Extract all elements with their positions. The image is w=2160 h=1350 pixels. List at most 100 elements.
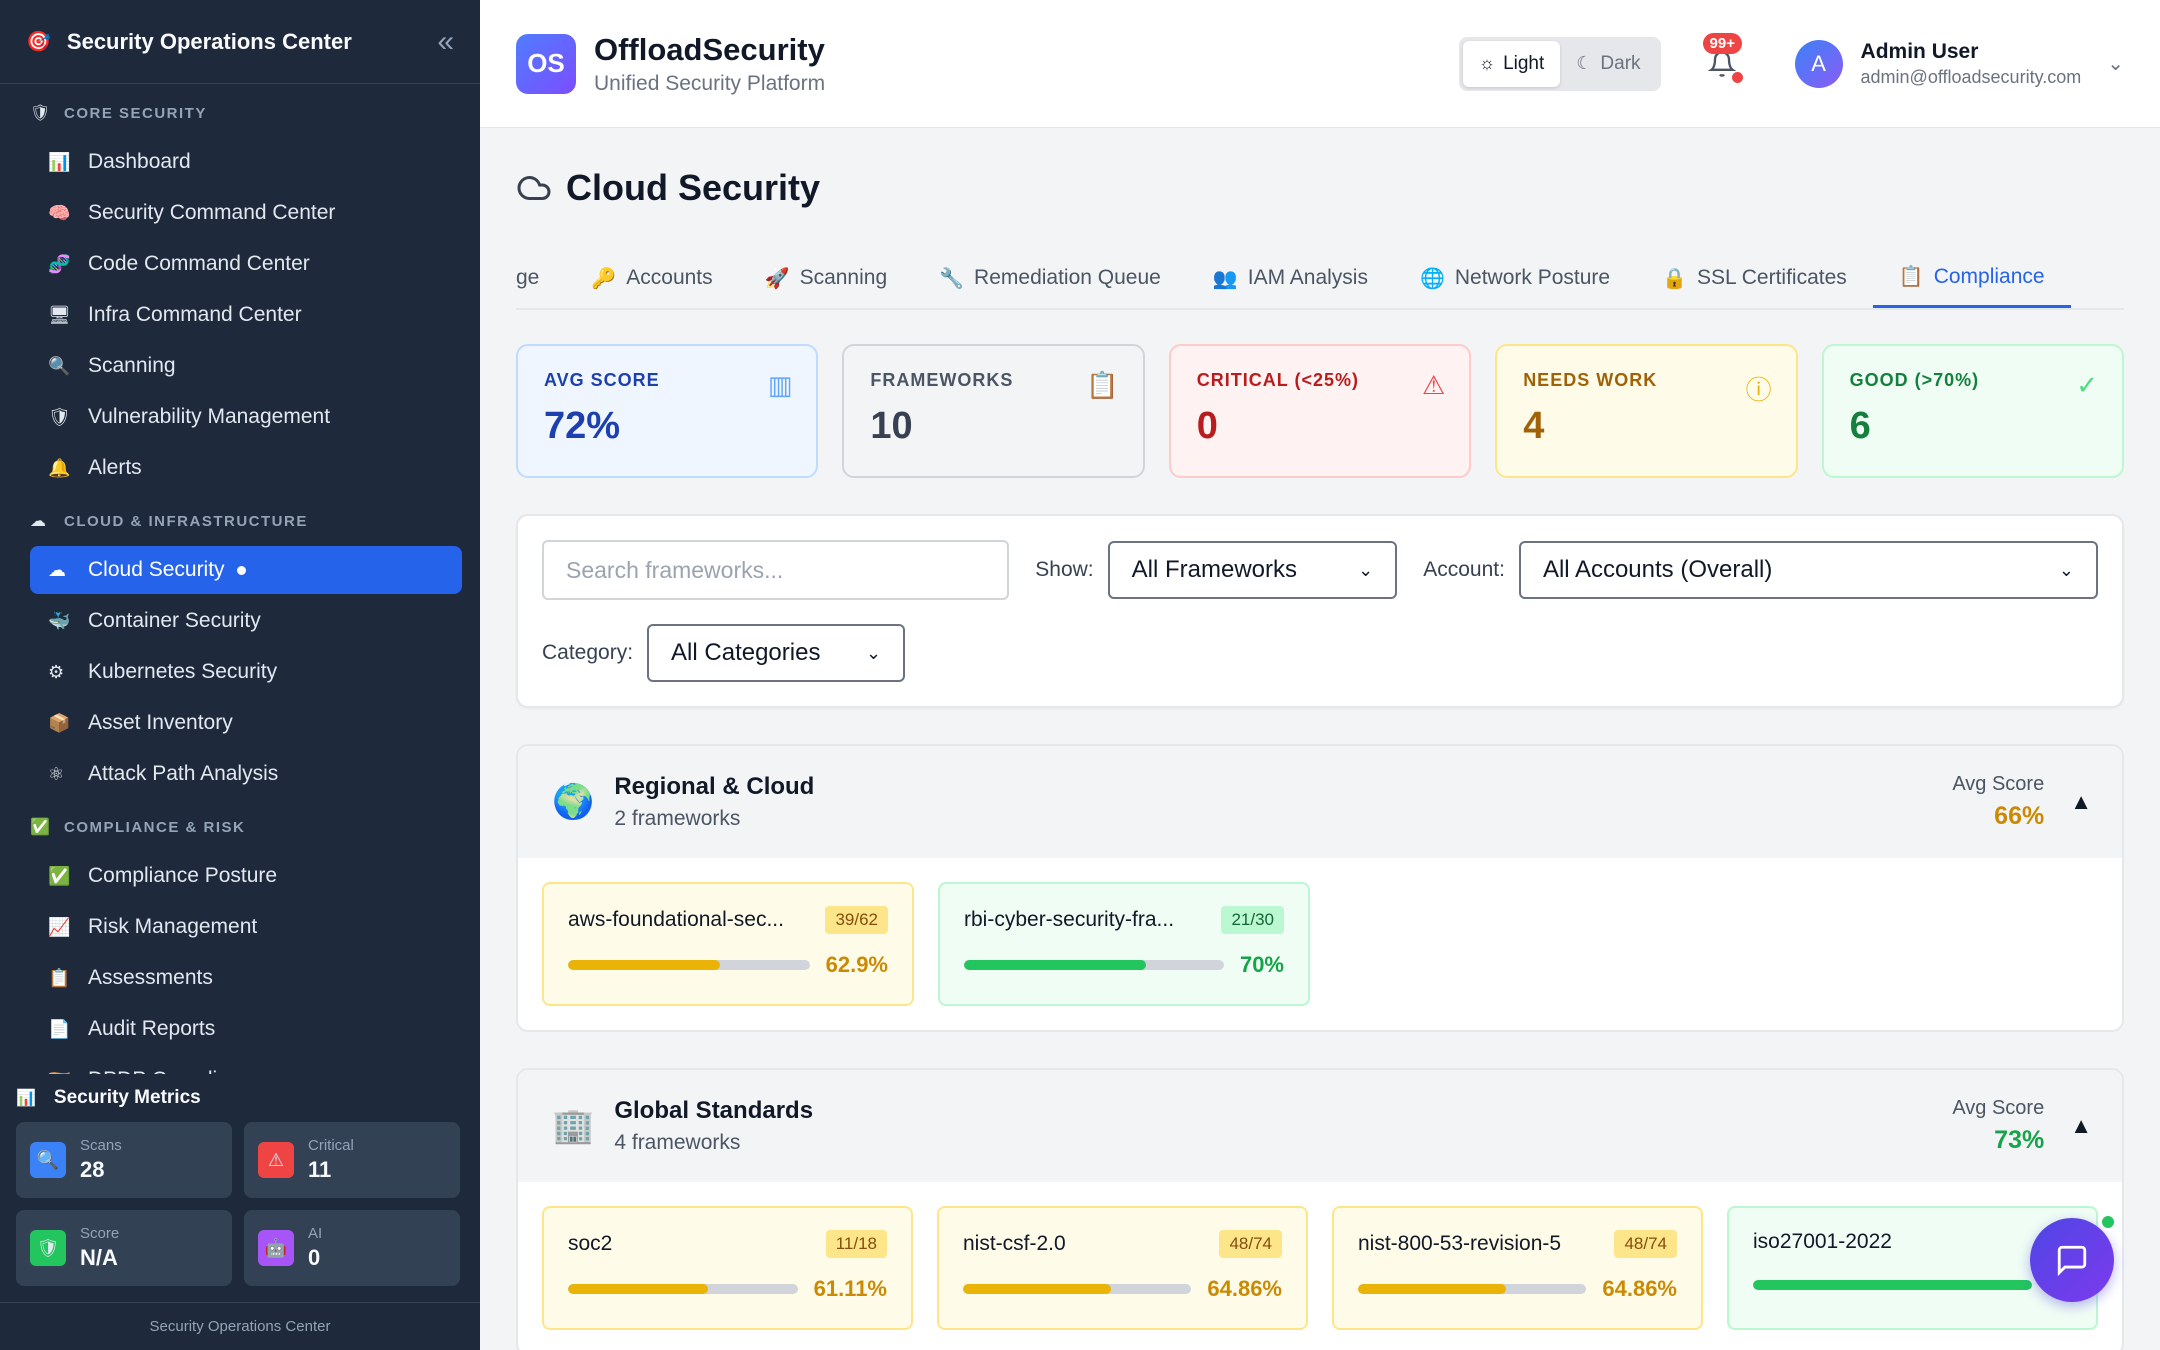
tab-network-posture-icon: 🌐 xyxy=(1419,267,1445,290)
show-select[interactable]: All Frameworks ⌄ xyxy=(1107,541,1398,599)
framework-card-soc2[interactable]: soc2 11/18 61.11% xyxy=(542,1206,913,1330)
online-status-dot xyxy=(2100,1214,2116,1230)
metric-value: 28 xyxy=(80,1157,105,1182)
page-title: Cloud Security xyxy=(516,128,2124,248)
framework-card-nist-800-53-revision-5[interactable]: nist-800-53-revision-5 48/74 64.86% xyxy=(1332,1206,1703,1330)
chevron-down-icon: ⌄ xyxy=(2058,559,2074,580)
bell-icon xyxy=(1707,50,1736,77)
theme-dark-button[interactable]: ☾ Dark xyxy=(1560,41,1656,87)
chevron-down-icon[interactable]: ⌄ xyxy=(2107,51,2124,76)
sidebar-item-label: Risk Management xyxy=(88,915,258,938)
framework-percentage: 61.11% xyxy=(813,1276,887,1301)
metrics-title: Security Metrics xyxy=(53,1087,201,1108)
tab-iam-analysis[interactable]: 👥 IAM Analysis xyxy=(1187,248,1394,308)
theme-light-button[interactable]: ☼ Light xyxy=(1462,40,1561,87)
tab-iam-analysis-icon: 👥 xyxy=(1212,267,1238,290)
collapse-caret-icon[interactable]: ▲ xyxy=(2070,1113,2092,1139)
code-command-center-icon: 🧬 xyxy=(48,253,71,274)
sidebar-item-asset-inventory[interactable]: 📦 Asset Inventory xyxy=(30,699,462,747)
tab-bar: ge 🔑 Accounts 🚀 Scanning 🔧 Remediation Queue 👥 I… xyxy=(516,248,2124,310)
framework-card-aws-foundational-sec[interactable]: aws-foundational-sec... 39/62 62.9% xyxy=(542,882,914,1006)
scanning-icon: 🔍 xyxy=(48,355,71,376)
risk-management-icon: 📈 xyxy=(48,916,71,937)
sidebar-item-scanning[interactable]: 🔍 Scanning xyxy=(30,342,462,390)
compliance-posture-icon: ✅ xyxy=(48,865,71,886)
user-info[interactable]: Admin User admin@offloadsecurity.com xyxy=(1861,40,2082,88)
tab-label: Scanning xyxy=(799,266,888,289)
sidebar-item-dashboard[interactable]: 📊 Dashboard xyxy=(30,138,462,186)
audit-reports-icon: 📄 xyxy=(48,1018,71,1039)
group-header[interactable]: 🏢 Global Standards 4 frameworks Avg Score 73… xyxy=(518,1070,2122,1182)
chat-icon xyxy=(2057,1245,2087,1277)
sidebar-item-cloud-security[interactable]: ☁ Cloud Security xyxy=(30,546,462,594)
sidebar-item-vulnerability-management[interactable]: 🛡 Vulnerability Management xyxy=(30,393,462,441)
group-avg-score: Avg Score 73% xyxy=(1952,1097,2044,1155)
account-select[interactable]: All Accounts (Overall) ⌄ xyxy=(1518,541,2098,599)
sidebar-item-alerts[interactable]: 🔔 Alerts xyxy=(30,444,462,492)
tab-remediation-queue[interactable]: 🔧 Remediation Queue xyxy=(913,248,1187,308)
notification-count-badge: 99+ xyxy=(1702,32,1742,54)
tab-ge[interactable]: ge xyxy=(516,248,565,308)
notifications-button[interactable]: 99+ xyxy=(1697,32,1747,89)
stat-value: 0 xyxy=(1196,405,1218,447)
framework-ratio-badge: 48/74 xyxy=(1219,1230,1282,1258)
sidebar-item-risk-management[interactable]: 📈 Risk Management xyxy=(30,903,462,951)
sidebar-item-kubernetes-security[interactable]: ⚙ Kubernetes Security xyxy=(30,648,462,696)
progress-bar xyxy=(1358,1284,1587,1294)
tab-accounts[interactable]: 🔑 Accounts xyxy=(565,248,738,308)
stat-card-good-70: GOOD (>70%) 6 ✓ xyxy=(1821,344,2124,478)
chevron-down-icon: ⌄ xyxy=(1358,559,1374,580)
tab-scanning-icon: 🚀 xyxy=(764,267,790,290)
tab-network-posture[interactable]: 🌐 Network Posture xyxy=(1394,248,1636,308)
sidebar-item-attack-path-analysis[interactable]: ⚛ Attack Path Analysis xyxy=(30,750,462,798)
sidebar-item-audit-reports[interactable]: 📄 Audit Reports xyxy=(30,1005,462,1053)
stat-value: 4 xyxy=(1523,405,1545,447)
group-body: aws-foundational-sec... 39/62 62.9% rbi-cyb… xyxy=(518,858,2122,1030)
framework-name: nist-800-53-revision-5 xyxy=(1358,1232,1562,1255)
sidebar-item-dpdp-compliance[interactable]: 🇮🇳DPDP Compliance xyxy=(30,1056,462,1074)
regional-cloud-icon: 🌍 xyxy=(552,783,595,821)
group-name: Global Standards xyxy=(614,1097,814,1124)
framework-card-nist-csf-2-0[interactable]: nist-csf-2.0 48/74 64.86% xyxy=(937,1206,1308,1330)
avg-score-label: Avg Score xyxy=(1952,773,2045,795)
sidebar-item-code-command-center[interactable]: 🧬 Code Command Center xyxy=(30,240,462,288)
framework-groups: 🌍 Regional & Cloud 2 frameworks Avg Score 66… xyxy=(516,744,2124,1350)
search-frameworks-input[interactable] xyxy=(542,540,1010,600)
sidebar-item-label: Assessments xyxy=(88,966,213,989)
tab-accounts-icon: 🔑 xyxy=(591,267,617,290)
filters-panel: Show: All Frameworks ⌄ Account: All Acco… xyxy=(516,514,2124,708)
framework-card-rbi-cyber-security-fra[interactable]: rbi-cyber-security-fra... 21/30 70% xyxy=(938,882,1310,1006)
metric-label: Scans xyxy=(80,1137,122,1154)
tab-ssl-certificates[interactable]: 🔒 SSL Certificates xyxy=(1636,248,1873,308)
tab-label: Accounts xyxy=(626,266,713,289)
target-icon: 🎯 xyxy=(26,31,51,53)
category-select[interactable]: All Categories ⌄ xyxy=(647,624,906,682)
progress-bar xyxy=(1753,1280,2032,1290)
progress-bar xyxy=(568,1284,798,1294)
framework-group-regional-cloud: 🌍 Regional & Cloud 2 frameworks Avg Score 66… xyxy=(516,744,2124,1032)
security-command-center-icon: 🧠 xyxy=(48,202,71,223)
metric-label: Score xyxy=(80,1225,120,1242)
tab-remediation-queue-icon: 🔧 xyxy=(939,267,965,290)
collapse-sidebar-icon[interactable]: « xyxy=(437,25,454,59)
group-header[interactable]: 🌍 Regional & Cloud 2 frameworks Avg Score 66… xyxy=(518,746,2122,858)
metric-scans: 🔍 Scans 28 xyxy=(16,1122,232,1198)
dashboard-icon: 📊 xyxy=(48,151,71,172)
sidebar-item-container-security[interactable]: 🐳 Container Security xyxy=(30,597,462,645)
sidebar-item-assessments[interactable]: 📋 Assessments xyxy=(30,954,462,1002)
brand-logo[interactable]: OS xyxy=(516,33,576,94)
progress-fill xyxy=(568,1284,709,1294)
chat-button[interactable] xyxy=(2030,1218,2114,1302)
tab-label: SSL Certificates xyxy=(1697,266,1847,289)
avatar[interactable]: A xyxy=(1794,39,1843,88)
sidebar-item-infra-command-center[interactable]: 🖥 Infra Command Center xyxy=(30,291,462,339)
cloud-security-icon: ☁ xyxy=(48,559,66,580)
framework-name: iso27001-2022 xyxy=(1753,1230,1892,1253)
tab-scanning[interactable]: 🚀 Scanning xyxy=(739,248,913,308)
collapse-caret-icon[interactable]: ▲ xyxy=(2070,789,2092,815)
sidebar-item-compliance-posture[interactable]: ✅ Compliance Posture xyxy=(30,852,462,900)
sidebar-item-security-command-center[interactable]: 🧠 Security Command Center xyxy=(30,189,462,237)
tab-compliance[interactable]: 📋 Compliance xyxy=(1872,248,2071,308)
group-name: Regional & Cloud xyxy=(614,773,815,800)
brand-subtitle: Unified Security Platform xyxy=(594,71,826,95)
